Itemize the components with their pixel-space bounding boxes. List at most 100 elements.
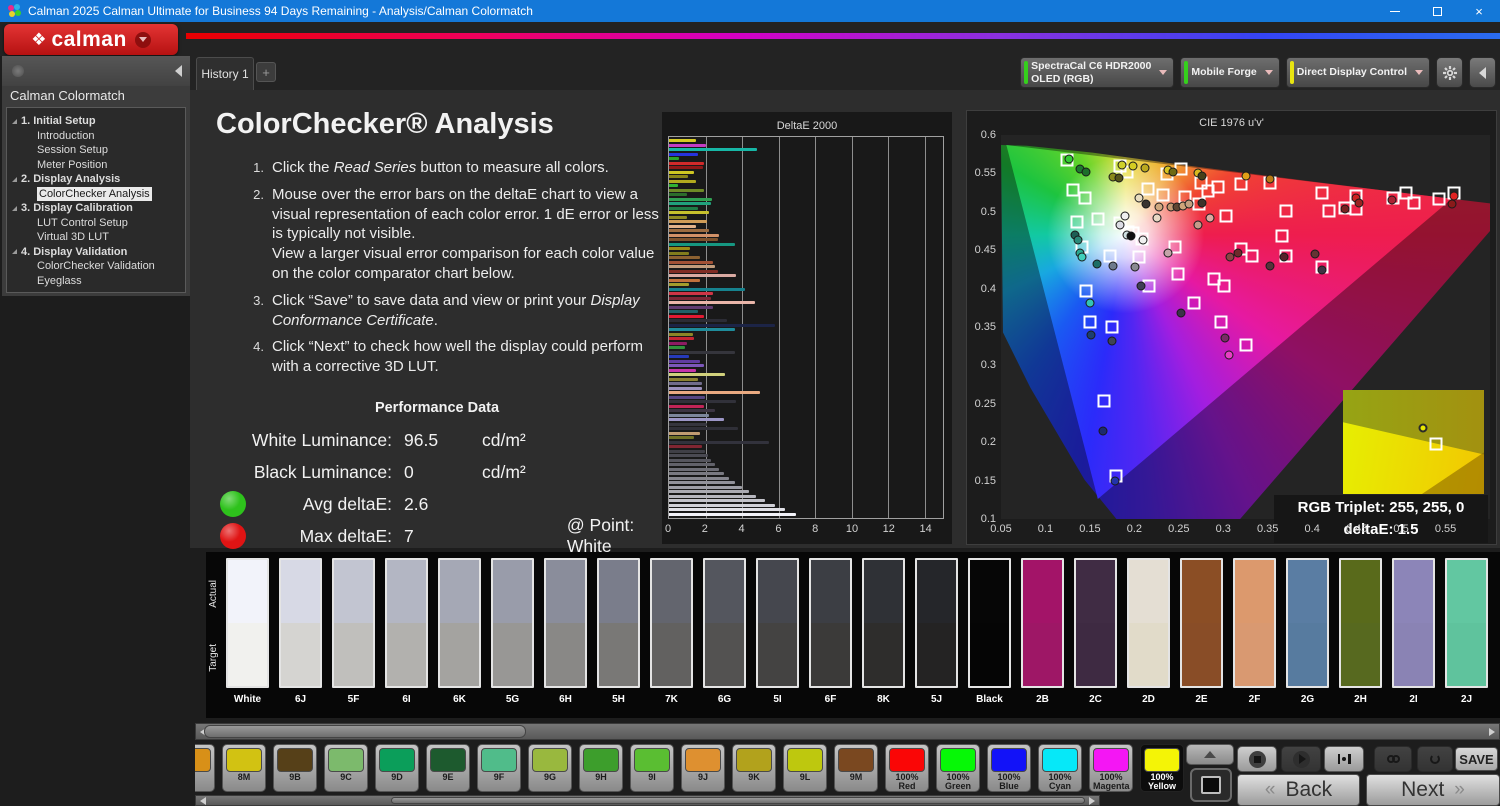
deltae-error-bar[interactable] (669, 494, 757, 498)
deltae-error-bar[interactable] (669, 161, 705, 165)
comparator-scrollbar[interactable] (195, 723, 1500, 740)
pattern-chip-partial[interactable] (195, 744, 215, 792)
deltae-error-bar[interactable] (669, 427, 739, 430)
sidebar-item-4-display-validation[interactable]: 4. Display Validation (7, 245, 185, 260)
sidebar-item-2-display-analysis[interactable]: 2. Display Analysis (7, 172, 185, 187)
deltae-chart-plot[interactable] (668, 136, 944, 519)
deltae-error-bar[interactable] (669, 440, 770, 444)
pattern-chip-100-yellow[interactable]: 100% Yellow (1140, 744, 1184, 792)
settings-button[interactable] (1436, 57, 1463, 88)
comparator-swatch[interactable]: 6H (544, 558, 587, 705)
pattern-chip-9f[interactable]: 9F (477, 744, 521, 792)
deltae-error-bar[interactable] (669, 260, 713, 264)
deltae-error-bar[interactable] (669, 359, 700, 363)
deltae-error-bar[interactable] (669, 485, 742, 489)
deltae-error-bar[interactable] (669, 143, 707, 147)
hardware-dropdown[interactable]: Direct Display Control (1285, 57, 1430, 88)
comparator-swatch[interactable]: 6F (809, 558, 852, 705)
deltae-error-bar[interactable] (669, 346, 686, 349)
scroll-left-icon[interactable] (200, 797, 206, 805)
deltae-error-bar[interactable] (669, 512, 797, 516)
deltae-error-bar[interactable] (669, 341, 688, 345)
pattern-chip-9b[interactable]: 9B (273, 744, 317, 792)
stop-button[interactable] (1237, 746, 1277, 772)
deltae-error-bar[interactable] (669, 463, 715, 466)
deltae-error-bar[interactable] (669, 224, 697, 228)
deltae-error-bar[interactable] (669, 148, 758, 151)
pattern-chip-9d[interactable]: 9D (375, 744, 419, 792)
deltae-error-bar[interactable] (669, 503, 776, 507)
deltae-error-bar[interactable] (669, 350, 735, 354)
deltae-error-bar[interactable] (669, 157, 679, 160)
pattern-scrollbar[interactable] (195, 795, 1100, 806)
comparator-swatch[interactable]: 5H (597, 558, 640, 705)
deltae-error-bar[interactable] (669, 305, 713, 309)
deltae-error-bar[interactable] (669, 332, 693, 336)
pattern-chip-9m[interactable]: 9M (834, 744, 878, 792)
pattern-chip-8m[interactable]: 8M (222, 744, 266, 792)
deltae-error-bar[interactable] (669, 323, 775, 327)
comparator-swatch[interactable]: 5I (756, 558, 799, 705)
pattern-chip-9h[interactable]: 9H (579, 744, 623, 792)
deltae-error-bar[interactable] (669, 458, 711, 462)
comparator-swatch[interactable]: 6I (385, 558, 428, 705)
expand-triangle-icon[interactable] (12, 249, 17, 255)
deltae-error-bar[interactable] (669, 206, 699, 210)
sidebar-item-colorchecker-validation[interactable]: ColorChecker Validation (7, 259, 185, 274)
sidebar-item-virtual-3d-lut[interactable]: Virtual 3D LUT (7, 230, 185, 245)
deltae-error-bar[interactable] (669, 152, 699, 156)
sidebar-item-3-display-calibration[interactable]: 3. Display Calibration (7, 201, 185, 216)
deltae-error-bar[interactable] (669, 328, 735, 331)
sidebar-item-1-initial-setup[interactable]: 1. Initial Setup (7, 114, 185, 129)
deltae-error-bar[interactable] (669, 269, 719, 273)
expand-triangle-icon[interactable] (12, 205, 17, 211)
deltae-error-bar[interactable] (669, 337, 695, 340)
sidebar-item-colorchecker-analysis[interactable]: ColorChecker Analysis (7, 186, 185, 201)
comparator-swatch[interactable]: 5J (915, 558, 958, 705)
comparator-swatch[interactable]: 7K (650, 558, 693, 705)
pattern-chip-9i[interactable]: 9I (630, 744, 674, 792)
comparator-swatch[interactable]: White (226, 558, 269, 705)
expand-pattern-panel-button[interactable] (1186, 744, 1234, 765)
deltae-error-bar[interactable] (669, 166, 703, 169)
deltae-error-bar[interactable] (669, 184, 679, 187)
deltae-error-bar[interactable] (669, 274, 737, 277)
deltae-error-bar[interactable] (669, 319, 728, 322)
deltae-error-bar[interactable] (669, 265, 716, 268)
minimize-button[interactable] (1374, 0, 1416, 22)
comparator-swatch[interactable]: 2G (1286, 558, 1329, 705)
pattern-scroll-thumb[interactable] (391, 797, 1085, 804)
deltae-error-bar[interactable] (669, 220, 708, 223)
pattern-chip-100-red[interactable]: 100% Red (885, 744, 929, 792)
comparator-swatch[interactable]: 5G (491, 558, 534, 705)
play-button[interactable] (1281, 746, 1321, 772)
comparator-swatch[interactable]: 2B (1021, 558, 1064, 705)
deltae-error-bar[interactable] (669, 409, 715, 412)
sidebar-item-eyeglass[interactable]: Eyeglass (7, 274, 185, 289)
comparator-swatch[interactable]: 2F (1233, 558, 1276, 705)
deltae-error-bar[interactable] (669, 368, 697, 372)
pattern-chip-100-magenta[interactable]: 100% Magenta (1089, 744, 1133, 792)
cie-chart-plot[interactable]: RGB Triplet: 255, 255, 0 deltaE: 1.5 (1001, 135, 1490, 543)
pattern-chip-9l[interactable]: 9L (783, 744, 827, 792)
deltae-error-bar[interactable] (669, 211, 710, 214)
deltae-error-bar[interactable] (669, 436, 695, 439)
sidebar-item-lut-control-setup[interactable]: LUT Control Setup (7, 216, 185, 231)
pattern-chip-100-cyan[interactable]: 100% Cyan (1038, 744, 1082, 792)
deltae-error-bar[interactable] (669, 386, 702, 390)
comparator-swatch[interactable]: Black (968, 558, 1011, 705)
deltae-error-bar[interactable] (669, 170, 695, 174)
sidebar-item-meter-position[interactable]: Meter Position (7, 158, 185, 173)
comparator-swatch[interactable]: 6G (703, 558, 746, 705)
read-series-button[interactable] (1324, 746, 1364, 772)
hardware-dropdown[interactable]: Mobile Forge (1180, 57, 1280, 88)
deltae-error-bar[interactable] (669, 490, 750, 493)
pattern-chip-100-green[interactable]: 100% Green (936, 744, 980, 792)
tab-history-1[interactable]: History 1 (196, 57, 254, 90)
deltae-error-bar[interactable] (669, 418, 724, 421)
read-continuous-button[interactable] (1374, 746, 1412, 772)
deltae-error-bar[interactable] (669, 179, 697, 183)
deltae-error-bar[interactable] (669, 283, 690, 286)
pattern-chip-9g[interactable]: 9G (528, 744, 572, 792)
scroll-right-icon[interactable] (1089, 797, 1095, 805)
